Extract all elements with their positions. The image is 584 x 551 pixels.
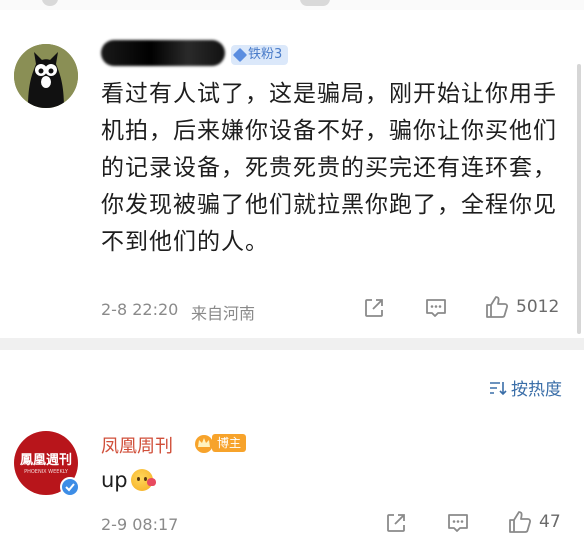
- reply-text: up: [101, 468, 156, 492]
- avatar-logo-text: 鳳凰週刊: [19, 453, 72, 468]
- comment-icon: [426, 299, 446, 317]
- sort-label: 按热度: [511, 380, 562, 400]
- share-icon: [387, 514, 405, 532]
- sort-icon: [490, 381, 507, 395]
- like-count: 5012: [516, 297, 560, 317]
- section-divider: [0, 338, 584, 350]
- sort-by-hot-button[interactable]: 按热度: [489, 375, 562, 400]
- comment-item: 铁粉3 看过有人试了，这是骗局，刚开始让你用手机拍，后来嫌你设备不好，骗你让你买…: [0, 10, 584, 334]
- author-name[interactable]: 凤凰周刊: [101, 432, 173, 458]
- avatar[interactable]: [14, 44, 78, 108]
- reply-timestamp: 2-9 08:17: [101, 515, 179, 534]
- scrollbar[interactable]: [577, 64, 581, 334]
- avatar-logo-subtext: PHOENIX WEEKLY: [24, 469, 68, 475]
- reply-like-button[interactable]: 47: [507, 509, 561, 535]
- reply-comment-button[interactable]: [446, 512, 470, 534]
- host-badge-label: 博主: [212, 434, 247, 452]
- like-icon: [486, 296, 509, 318]
- reply-item: 鳳凰週刊 PHOENIX WEEKLY 凤凰周刊 博主 up 2-9 08:17: [0, 400, 584, 551]
- host-badge[interactable]: 博主: [193, 432, 247, 454]
- reply-like-count: 47: [539, 512, 561, 532]
- share-icon: [365, 299, 383, 317]
- fan-badge[interactable]: 铁粉3: [231, 45, 289, 65]
- top-strip: [0, 0, 584, 10]
- reply-text-content: up: [101, 468, 128, 492]
- like-button[interactable]: 5012: [484, 294, 559, 320]
- like-icon: [509, 511, 532, 533]
- author-avatar[interactable]: 鳳凰週刊 PHOENIX WEEKLY: [14, 431, 80, 497]
- cat-avatar-icon: [14, 44, 78, 108]
- comment-text: 看过有人试了，这是骗局，刚开始让你用手机拍，后来嫌你设备不好，骗你让你买他们的记…: [101, 81, 557, 255]
- comment-button[interactable]: [424, 297, 448, 319]
- share-button[interactable]: [363, 297, 385, 319]
- kiss-face-emoji-icon: [130, 469, 156, 491]
- verified-icon: [60, 477, 80, 497]
- comment-icon: [448, 514, 468, 532]
- diamond-icon: [232, 47, 248, 63]
- reply-share-button[interactable]: [385, 512, 407, 534]
- comment-timestamp: 2-8 22:20: [101, 300, 179, 319]
- cropped-icon: [42, 0, 58, 6]
- username-redacted[interactable]: [101, 40, 225, 66]
- fan-badge-label: 铁粉3: [248, 47, 283, 62]
- cropped-icon: [300, 0, 330, 6]
- comment-location: 来自河南: [191, 304, 256, 323]
